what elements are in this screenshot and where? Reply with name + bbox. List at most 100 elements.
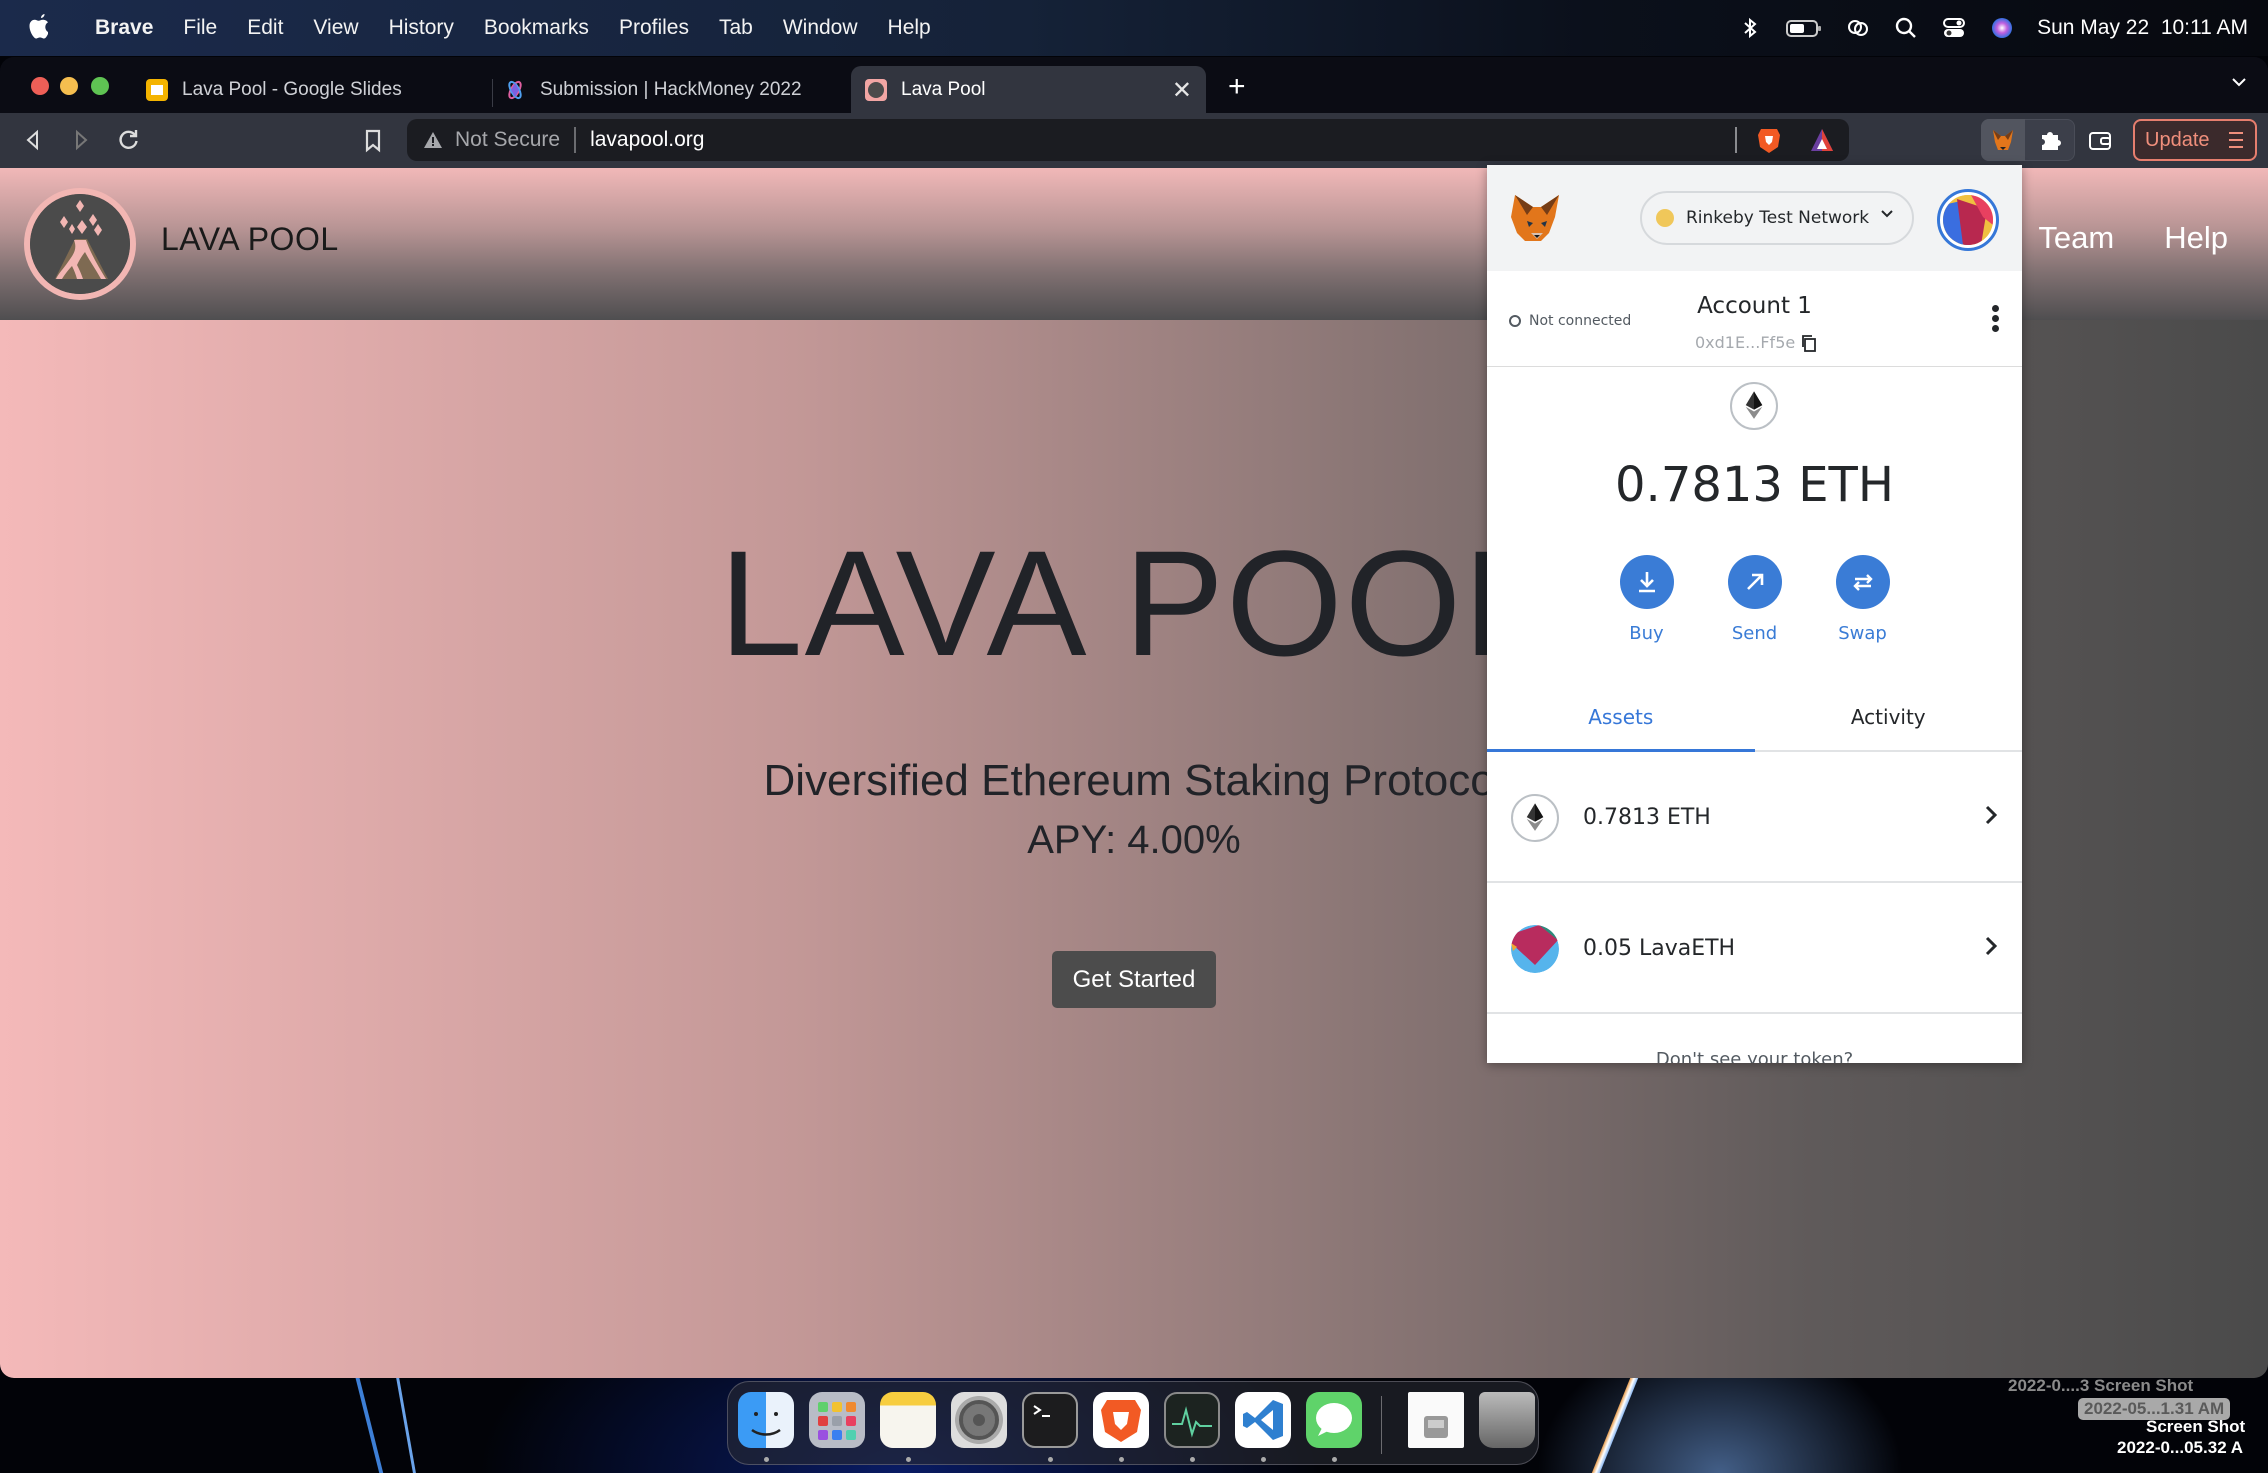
brave-rewards-icon[interactable] bbox=[1809, 127, 1835, 153]
extensions-puzzle-icon[interactable] bbox=[2037, 127, 2063, 153]
dock-vscode[interactable] bbox=[1235, 1392, 1291, 1448]
running-indicator bbox=[1332, 1457, 1337, 1462]
menu-help[interactable]: Help bbox=[873, 16, 946, 40]
screen-mirroring-icon[interactable] bbox=[1845, 15, 1871, 41]
ethereum-icon bbox=[1730, 382, 1778, 430]
dock-trash[interactable] bbox=[1479, 1392, 1535, 1448]
desktop-file-label[interactable]: 2022-0...05.32 A bbox=[2117, 1438, 2243, 1458]
asset-amount: 0.05 LavaETH bbox=[1583, 936, 1736, 961]
chevron-right-icon[interactable] bbox=[1984, 935, 1998, 957]
copy-icon[interactable] bbox=[1801, 334, 1817, 352]
dock-system-preferences[interactable] bbox=[951, 1392, 1007, 1448]
metamask-fox-icon[interactable] bbox=[1511, 193, 1563, 243]
desktop-file-label[interactable]: 2022-0....3 Screen Shot bbox=[2008, 1376, 2193, 1396]
control-center-icon[interactable] bbox=[1941, 15, 1967, 41]
wallet-icon[interactable] bbox=[2087, 127, 2113, 153]
desktop-file-label[interactable]: Screen Shot bbox=[2146, 1417, 2245, 1437]
url-icons-divider bbox=[1735, 127, 1737, 153]
menu-profiles[interactable]: Profiles bbox=[604, 16, 704, 40]
wallpaper-streak bbox=[396, 1378, 417, 1473]
buy-button[interactable]: Buy bbox=[1619, 555, 1675, 644]
dock-launchpad[interactable] bbox=[809, 1392, 865, 1448]
account-address[interactable]: 0xd1E...Ff5e bbox=[1695, 333, 1817, 352]
forward-icon[interactable] bbox=[66, 125, 96, 155]
metamask-fox-icon[interactable] bbox=[1990, 127, 2016, 153]
activity-monitor-icon bbox=[1172, 1406, 1212, 1438]
menu-tab[interactable]: Tab bbox=[704, 16, 768, 40]
menu-app-brave[interactable]: Brave bbox=[80, 16, 168, 40]
dock-downloads-stack[interactable] bbox=[1408, 1392, 1464, 1448]
buy-circle[interactable] bbox=[1619, 555, 1674, 609]
account-avatar[interactable] bbox=[1937, 189, 1999, 251]
swap-circle[interactable] bbox=[1835, 555, 1890, 609]
tab-list-chevron-icon[interactable] bbox=[2230, 75, 2248, 89]
menu-edit[interactable]: Edit bbox=[232, 16, 298, 40]
site-brand-name[interactable]: LAVA POOL bbox=[161, 221, 339, 258]
dock-activity-monitor[interactable] bbox=[1164, 1392, 1220, 1448]
mac-menu-bar: Brave File Edit View History Bookmarks P… bbox=[0, 0, 2268, 56]
menubar-clock[interactable]: Sun May 22 10:11 AM bbox=[2037, 16, 2248, 40]
tab-activity[interactable]: Activity bbox=[1755, 695, 2023, 750]
back-icon[interactable] bbox=[18, 125, 48, 155]
network-status-dot bbox=[1656, 209, 1674, 227]
dock-notes[interactable] bbox=[880, 1392, 936, 1448]
swap-button[interactable]: Swap bbox=[1835, 555, 1891, 644]
dock-terminal[interactable] bbox=[1022, 1392, 1078, 1448]
send-circle[interactable] bbox=[1727, 555, 1782, 609]
network-selector[interactable]: Rinkeby Test Network bbox=[1640, 191, 1914, 245]
tab-hackmoney-submission[interactable]: Submission | HackMoney 2022 bbox=[490, 66, 840, 113]
lava-pool-logo[interactable] bbox=[24, 188, 136, 300]
nav-team[interactable]: Team bbox=[2038, 220, 2114, 256]
ethglobal-icon bbox=[508, 80, 522, 99]
menu-view[interactable]: View bbox=[298, 16, 373, 40]
bluetooth-icon[interactable] bbox=[1737, 15, 1763, 41]
metamask-popup: Rinkeby Test Network Not connected Accou… bbox=[1487, 165, 2022, 1063]
brave-lion-icon bbox=[1101, 1400, 1141, 1442]
running-indicator bbox=[1261, 1457, 1266, 1462]
spotlight-search-icon[interactable] bbox=[1893, 15, 1919, 41]
dock-messages[interactable] bbox=[1306, 1392, 1362, 1448]
nav-help[interactable]: Help bbox=[2164, 220, 2228, 256]
menu-history[interactable]: History bbox=[374, 16, 469, 40]
address-bar[interactable]: Not Secure lavapool.org bbox=[407, 119, 1849, 161]
account-name[interactable]: Account 1 bbox=[1487, 293, 2022, 319]
tab-google-slides[interactable]: Lava Pool - Google Slides bbox=[132, 66, 492, 113]
asset-row-eth[interactable]: 0.7813 ETH bbox=[1487, 754, 2022, 883]
warning-triangle-icon[interactable] bbox=[423, 131, 443, 149]
window-close-button[interactable] bbox=[31, 77, 49, 95]
brave-shields-icon[interactable] bbox=[1757, 126, 1781, 154]
siri-icon[interactable] bbox=[1989, 15, 2015, 41]
apple-logo-icon[interactable] bbox=[28, 12, 52, 42]
get-started-button[interactable]: Get Started bbox=[1052, 951, 1216, 1008]
account-options-kebab-icon[interactable] bbox=[1992, 305, 2000, 332]
url-divider bbox=[574, 127, 577, 153]
menu-file[interactable]: File bbox=[168, 16, 232, 40]
dock-brave-browser[interactable] bbox=[1093, 1392, 1149, 1448]
wallpaper-streak bbox=[355, 1378, 385, 1473]
dock-finder[interactable] bbox=[738, 1392, 794, 1448]
bookmark-icon[interactable] bbox=[358, 125, 388, 155]
battery-icon[interactable] bbox=[1785, 15, 1823, 41]
arrow-up-right-icon bbox=[1746, 573, 1763, 590]
tab-assets[interactable]: Assets bbox=[1487, 695, 1755, 752]
gear-icon bbox=[959, 1400, 999, 1440]
asset-row-lavaeth[interactable]: 0.05 LavaETH bbox=[1487, 885, 2022, 1014]
network-name: Rinkeby Test Network bbox=[1686, 208, 1870, 228]
menu-window[interactable]: Window bbox=[768, 16, 873, 40]
reload-icon[interactable] bbox=[114, 125, 144, 155]
ethereum-icon bbox=[1511, 793, 1559, 842]
window-minimize-button[interactable] bbox=[60, 77, 78, 95]
new-tab-button[interactable]: + bbox=[1228, 72, 1246, 102]
window-zoom-button[interactable] bbox=[91, 77, 109, 95]
close-tab-icon[interactable]: ✕ bbox=[1172, 76, 1192, 105]
tab-lava-pool[interactable]: Lava Pool ✕ bbox=[851, 66, 1206, 113]
send-button[interactable]: Send bbox=[1727, 555, 1783, 644]
url-text[interactable]: lavapool.org bbox=[590, 128, 704, 152]
menu-bookmarks[interactable]: Bookmarks bbox=[469, 16, 604, 40]
tab-title: Lava Pool bbox=[901, 78, 986, 100]
security-status[interactable]: Not Secure bbox=[455, 128, 560, 152]
dont-see-token-link[interactable]: Don't see your token? bbox=[1487, 1049, 2022, 1063]
hamburger-menu-icon bbox=[2229, 132, 2243, 148]
update-button[interactable]: Update bbox=[2133, 119, 2257, 161]
chevron-right-icon[interactable] bbox=[1984, 804, 1998, 826]
